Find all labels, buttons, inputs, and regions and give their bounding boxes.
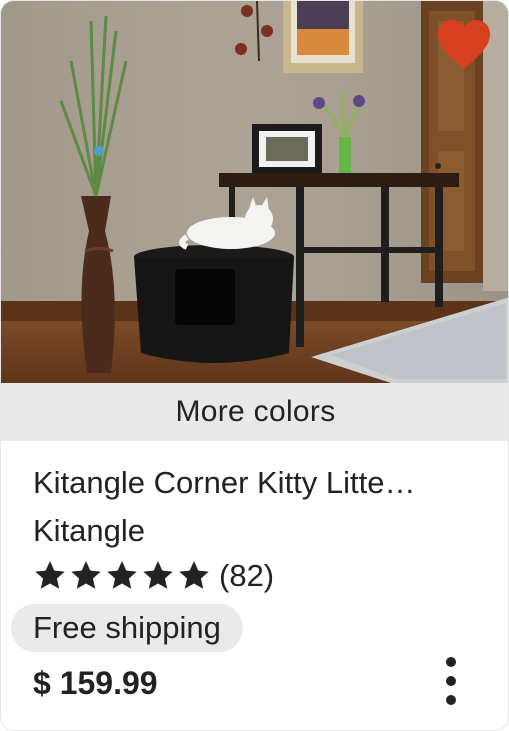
free-shipping-badge: Free shipping: [11, 604, 243, 652]
heart-icon: [438, 20, 490, 69]
product-photo-illustration: [1, 1, 508, 383]
price: $ 159.99: [33, 665, 158, 701]
more-colors-bar[interactable]: More colors: [1, 383, 508, 441]
menu-dot: [446, 676, 456, 686]
product-card[interactable]: More colors Kitangle Corner Kitty Litte……: [0, 0, 509, 731]
rating: (82): [33, 556, 274, 596]
star-icon: [143, 561, 173, 589]
star-rating: [33, 559, 211, 593]
star-icon: [107, 561, 137, 589]
review-count: (82): [219, 558, 275, 593]
shop-name[interactable]: Kitangle: [33, 511, 145, 551]
star-icon: [35, 561, 65, 589]
product-title[interactable]: Kitangle Corner Kitty Litte…: [33, 463, 483, 503]
more-vertical-icon[interactable]: [436, 657, 466, 705]
star-icon: [71, 561, 101, 589]
menu-dot: [446, 695, 456, 705]
favorite-button[interactable]: [436, 19, 492, 71]
menu-dot: [446, 657, 456, 667]
product-image[interactable]: [1, 1, 508, 383]
star-icon: [179, 561, 209, 589]
